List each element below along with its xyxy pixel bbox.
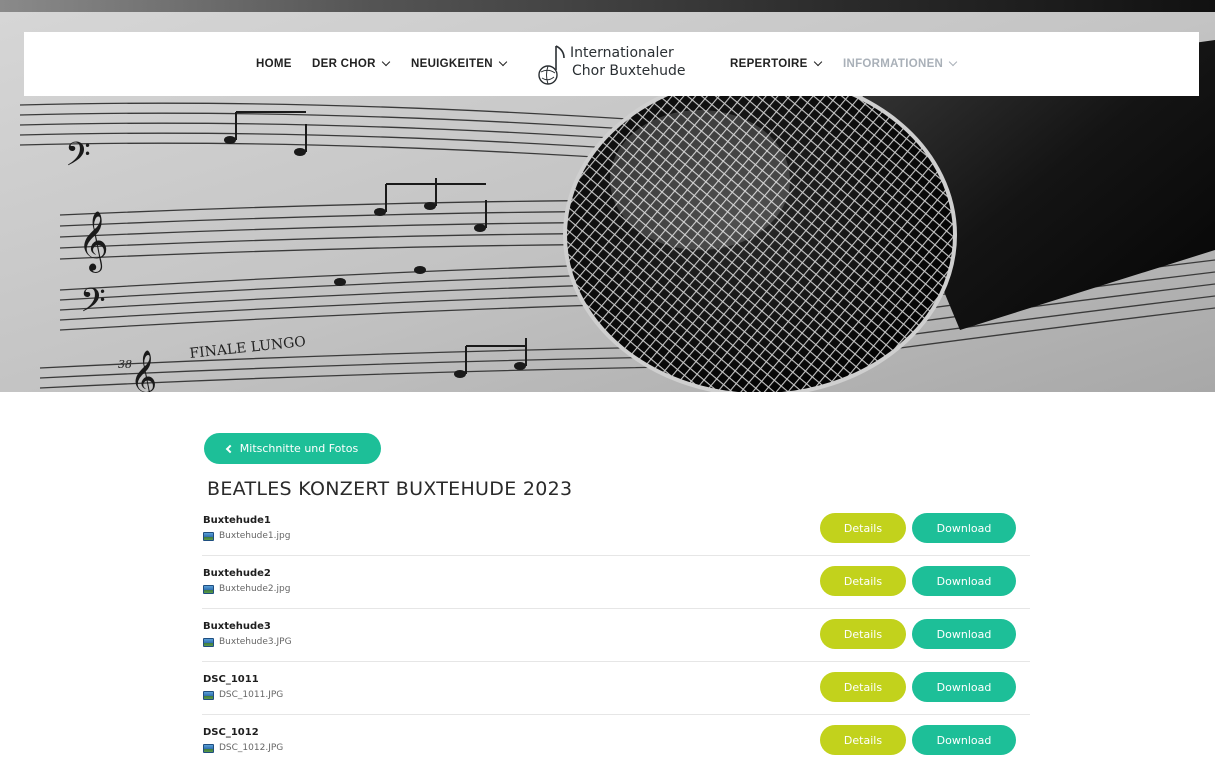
nav-der-chor[interactable]: DER CHOR [312,32,390,96]
chevron-down-icon [813,57,822,67]
chevron-down-icon [948,57,958,67]
file-info: Buxtehude3.JPG [203,637,292,647]
file-filename: Buxtehude3.JPG [219,637,292,647]
download-button[interactable]: Download [912,672,1016,702]
details-button[interactable]: Details [820,672,906,702]
chevron-down-icon [381,57,390,67]
download-button[interactable]: Download [912,566,1016,596]
file-row: DSC_1011 DSC_1011.JPG Details Download [202,662,1030,715]
chevron-left-icon [225,444,235,453]
file-info: Buxtehude2.jpg [203,584,290,594]
file-row: Buxtehude3 Buxtehude3.JPG Details Downlo… [202,609,1030,662]
nav-der-chor-label: DER CHOR [312,58,376,70]
nav-neuigkeiten[interactable]: NEUIGKEITEN [411,32,508,96]
file-info: DSC_1012.JPG [203,743,283,753]
logo-text: Internationaler Chor Buxtehude [570,44,686,80]
svg-text:𝄢: 𝄢 [65,136,91,182]
svg-text:𝄞: 𝄞 [78,211,109,273]
main-navigation: HOME DER CHOR NEUIGKEITEN Internationale… [24,32,1199,96]
image-file-icon [203,584,214,594]
nav-repertoire[interactable]: REPERTOIRE [730,32,822,96]
file-list: Buxtehude1 Buxtehude1.jpg Details Downlo… [202,503,1030,768]
download-button[interactable]: Download [912,619,1016,649]
details-button[interactable]: Details [820,619,906,649]
file-title: Buxtehude2 [203,568,271,579]
file-info: DSC_1011.JPG [203,690,283,700]
note-globe-icon [538,45,565,85]
file-title: Buxtehude3 [203,621,271,632]
chevron-down-icon [498,57,508,67]
nav-informationen[interactable]: INFORMATIONEN [843,32,958,96]
file-row: DSC_1012 DSC_1012.JPG Details Download [202,715,1030,768]
nav-repertoire-label: REPERTOIRE [730,58,808,70]
logo-line-2: Chor Buxtehude [572,63,686,79]
image-file-icon [203,637,214,647]
details-button[interactable]: Details [820,513,906,543]
file-filename: Buxtehude1.jpg [219,531,291,541]
sheet-music-bar-number: 38 [118,358,132,371]
details-button[interactable]: Details [820,566,906,596]
file-title: DSC_1012 [203,727,259,738]
image-file-icon [203,531,214,541]
site-logo[interactable]: Internationaler Chor Buxtehude [536,40,706,90]
svg-text:𝄞: 𝄞 [130,349,157,392]
file-filename: DSC_1011.JPG [219,690,284,700]
download-button[interactable]: Download [912,513,1016,543]
download-button[interactable]: Download [912,725,1016,755]
nav-informationen-label: INFORMATIONEN [843,58,944,70]
image-file-icon [203,690,214,700]
nav-home[interactable]: HOME [256,32,292,96]
details-button[interactable]: Details [820,725,906,755]
file-filename: Buxtehude2.jpg [219,584,291,594]
nav-home-label: HOME [256,58,292,70]
file-filename: DSC_1012.JPG [219,743,284,753]
nav-neuigkeiten-label: NEUIGKEITEN [411,58,493,70]
svg-text:𝄢: 𝄢 [80,282,106,328]
image-file-icon [203,743,214,753]
file-row: Buxtehude2 Buxtehude2.jpg Details Downlo… [202,556,1030,609]
back-button[interactable]: Mitschnitte und Fotos [204,433,381,464]
logo-line-1: Internationaler [570,45,674,61]
file-row: Buxtehude1 Buxtehude1.jpg Details Downlo… [202,503,1030,556]
back-button-label: Mitschnitte und Fotos [239,442,359,455]
file-title: DSC_1011 [203,674,259,685]
file-title: Buxtehude1 [203,515,271,526]
page-title: BEATLES KONZERT BUXTEHUDE 2023 [207,478,573,500]
file-info: Buxtehude1.jpg [203,531,290,541]
